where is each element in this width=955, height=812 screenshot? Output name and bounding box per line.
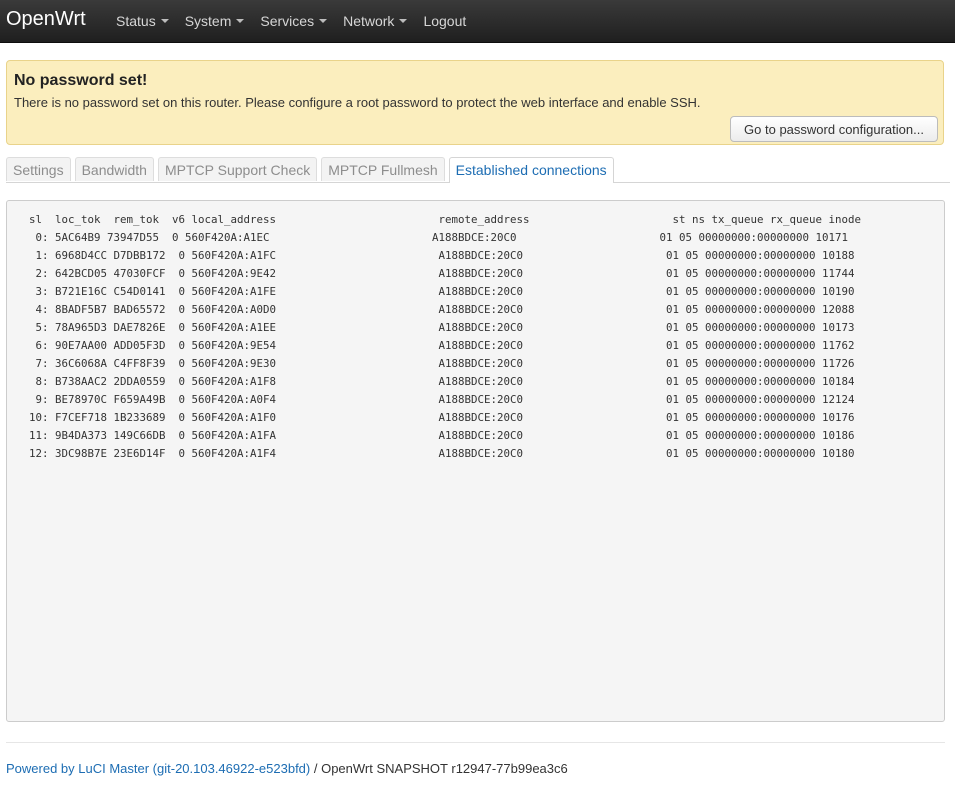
connection-row: 8: B738AAC2 2DDA0559 0 560F420A:A1F8 A18… bbox=[16, 375, 855, 388]
chevron-down-icon bbox=[399, 19, 408, 23]
connection-row: 1: 6968D4CC D7DBB172 0 560F420A:A1FC A18… bbox=[16, 249, 855, 262]
menu-services[interactable]: Services bbox=[252, 0, 335, 42]
alert-message: There is no password set on this router.… bbox=[14, 95, 701, 110]
connections-header: sl loc_tok rem_tok v6 local_address remo… bbox=[16, 213, 862, 226]
menu-network-label: Network bbox=[343, 13, 395, 29]
chevron-down-icon bbox=[160, 19, 169, 23]
menu-system[interactable]: System bbox=[177, 0, 253, 42]
top-navbar: OpenWrt Status System Services Network L… bbox=[0, 0, 955, 43]
openwrt-version: / OpenWrt SNAPSHOT r12947-77b99ea3c6 bbox=[310, 761, 568, 776]
tab-established-connections[interactable]: Established connections bbox=[448, 157, 614, 183]
connections-panel: sl loc_tok rem_tok v6 local_address remo… bbox=[6, 200, 945, 722]
menu-services-label: Services bbox=[260, 13, 315, 29]
connection-row: 7: 36C6068A C4FF8F39 0 560F420A:9E30 A18… bbox=[16, 357, 855, 370]
mptcp-tabs: Settings Bandwidth MPTCP Support Check M… bbox=[6, 157, 950, 183]
menu-logout[interactable]: Logout bbox=[415, 0, 474, 42]
menu-status-label: Status bbox=[116, 13, 156, 29]
footer: Powered by LuCI Master (git-20.103.46922… bbox=[6, 761, 568, 776]
tab-mptcp-fullmesh[interactable]: MPTCP Fullmesh bbox=[321, 157, 445, 181]
connection-row: 9: BE78970C F659A49B 0 560F420A:A0F4 A18… bbox=[16, 393, 855, 406]
footer-divider bbox=[6, 742, 945, 743]
alert-title: No password set! bbox=[14, 72, 148, 89]
chevron-down-icon bbox=[319, 19, 328, 23]
connection-row: 3: B721E16C C54D0141 0 560F420A:A1FE A18… bbox=[16, 285, 855, 298]
connection-row: 0: 5AC64B9 73947D55 0 560F420A:A1EC A188… bbox=[16, 231, 849, 244]
menu-system-label: System bbox=[184, 13, 232, 29]
tab-mptcp-support-check[interactable]: MPTCP Support Check bbox=[157, 157, 318, 181]
chevron-down-icon bbox=[236, 19, 245, 23]
menu-status[interactable]: Status bbox=[108, 0, 177, 42]
tab-bandwidth[interactable]: Bandwidth bbox=[74, 157, 154, 181]
connection-row: 4: 8BADF5B7 BAD65572 0 560F420A:A0D0 A18… bbox=[16, 303, 855, 316]
connection-row: 11: 9B4DA373 149C66DB 0 560F420A:A1FA A1… bbox=[16, 429, 855, 442]
connection-row: 2: 642BCD05 47030FCF 0 560F420A:9E42 A18… bbox=[16, 267, 855, 280]
connection-row: 6: 90E7AA00 ADD05F3D 0 560F420A:9E54 A18… bbox=[16, 339, 855, 352]
menu-network[interactable]: Network bbox=[335, 0, 415, 42]
brand-logo[interactable]: OpenWrt bbox=[6, 8, 86, 31]
connection-row: 5: 78A965D3 DAE7826E 0 560F420A:A1EE A18… bbox=[16, 321, 855, 334]
connection-row: 12: 3DC98B7E 23E6D14F 0 560F420A:A1F4 A1… bbox=[16, 447, 855, 460]
main-menu: Status System Services Network Logout bbox=[108, 0, 474, 42]
no-password-alert: No password set! There is no password se… bbox=[6, 60, 944, 145]
menu-logout-label: Logout bbox=[423, 13, 467, 29]
connection-row: 10: F7CEF718 1B233689 0 560F420A:A1F0 A1… bbox=[16, 411, 855, 424]
password-config-button[interactable]: Go to password configuration... bbox=[730, 116, 938, 142]
connections-output: sl loc_tok rem_tok v6 local_address remo… bbox=[16, 211, 861, 463]
luci-version-link[interactable]: Powered by LuCI Master (git-20.103.46922… bbox=[6, 761, 310, 776]
tab-settings[interactable]: Settings bbox=[6, 157, 71, 181]
